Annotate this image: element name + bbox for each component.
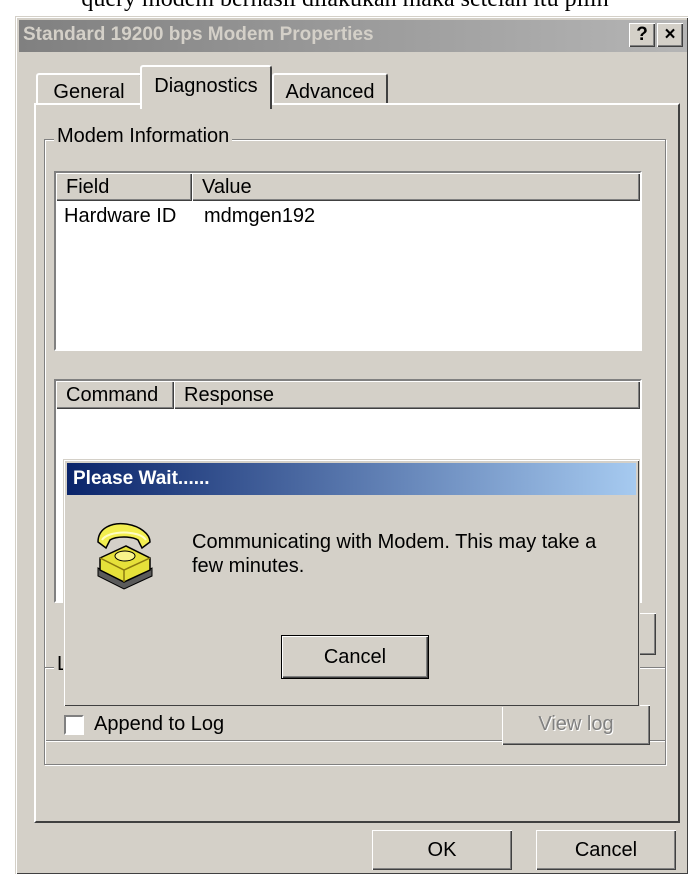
- modem-information-list[interactable]: Field Value Hardware ID mdmgen192: [54, 171, 642, 351]
- ok-button[interactable]: OK: [372, 830, 512, 870]
- close-button[interactable]: ×: [657, 23, 683, 47]
- window-title: Standard 19200 bps Modem Properties: [23, 24, 374, 45]
- column-header-field[interactable]: Field: [56, 173, 192, 201]
- help-button[interactable]: ?: [629, 23, 655, 47]
- view-log-button[interactable]: View log: [502, 705, 650, 745]
- append-to-log-label[interactable]: Append to Log: [94, 713, 224, 736]
- column-header-value[interactable]: Value: [192, 173, 640, 201]
- window-titlebar[interactable]: Standard 19200 bps Modem Properties ? ×: [19, 20, 687, 52]
- please-wait-dialog: Please Wait...... Communicating with Mod…: [64, 460, 639, 706]
- telephone-icon: [92, 518, 156, 590]
- column-header-command[interactable]: Command: [56, 381, 174, 409]
- column-header-response[interactable]: Response: [174, 381, 640, 409]
- tab-diagnostics[interactable]: Diagnostics: [140, 65, 272, 109]
- dialog-cancel-button[interactable]: Cancel: [282, 636, 428, 678]
- append-to-log-checkbox[interactable]: [64, 715, 84, 735]
- row-field-cell: Hardware ID: [64, 205, 177, 227]
- cancel-button[interactable]: Cancel: [536, 830, 676, 870]
- dialog-titlebar[interactable]: Please Wait......: [67, 463, 636, 495]
- modem-properties-window: Standard 19200 bps Modem Properties ? × …: [15, 16, 688, 874]
- dialog-message: Communicating with Modem. This may take …: [192, 531, 597, 577]
- row-value-cell: mdmgen192: [204, 205, 316, 227]
- modem-information-label: Modem Information: [54, 125, 233, 148]
- background-document-text: query modem berhasil dilakukan maka sete…: [0, 0, 690, 16]
- dialog-title: Please Wait......: [73, 468, 210, 489]
- table-row[interactable]: Hardware ID mdmgen192: [56, 203, 640, 229]
